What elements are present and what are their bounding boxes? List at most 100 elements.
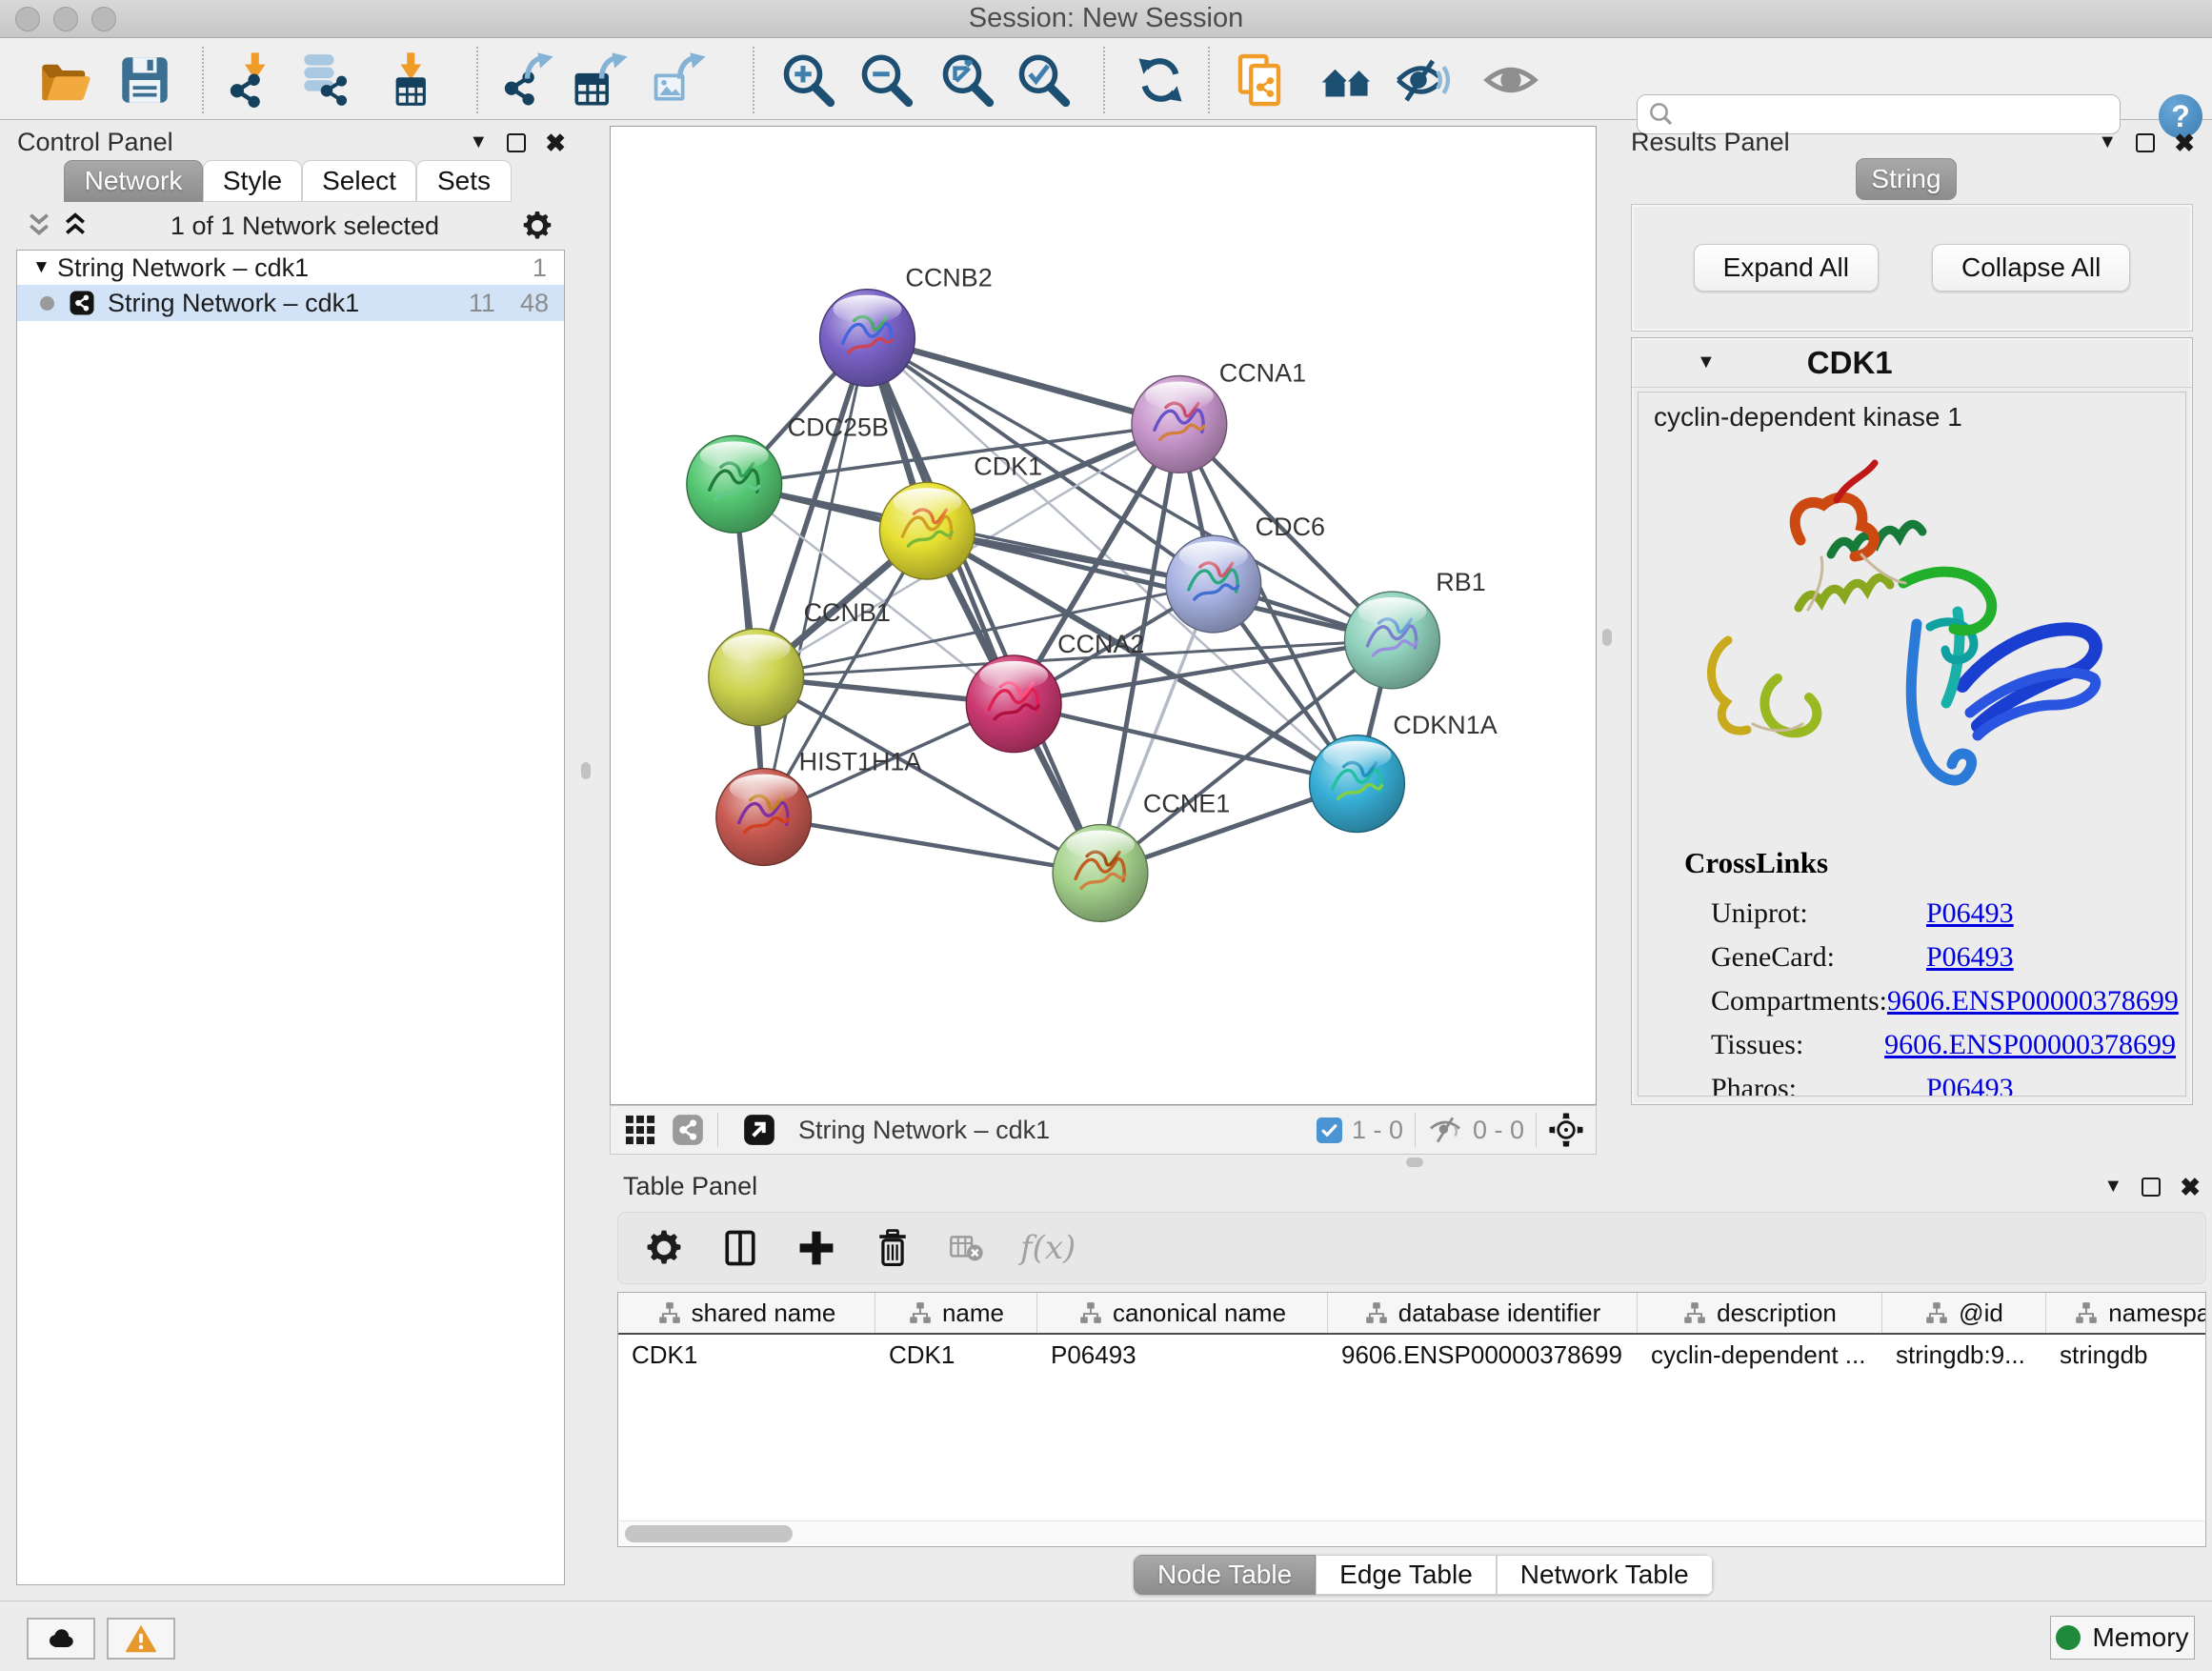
import-network-database-icon[interactable]	[297, 51, 354, 109]
collapse-all-networks-icon[interactable]	[25, 211, 53, 240]
zoom-out-icon[interactable]	[857, 51, 915, 109]
column-header-description[interactable]: description	[1638, 1293, 1882, 1333]
tab-style[interactable]: Style	[203, 160, 302, 202]
column-header-database-identifier[interactable]: database identifier	[1328, 1293, 1638, 1333]
network-node-RB1[interactable]: RB1	[1345, 568, 1486, 689]
zoom-in-icon[interactable]	[779, 51, 836, 109]
table-cell[interactable]: CDK1	[618, 1340, 875, 1370]
table-cell[interactable]: cyclin-dependent ...	[1638, 1340, 1882, 1370]
network-node-HIST1H1A[interactable]: HIST1H1A	[716, 748, 922, 866]
right-splitter-handle[interactable]	[1602, 629, 1612, 646]
edge-b2-e1[interactable]	[867, 338, 1100, 874]
expand-all-button[interactable]: Expand All	[1694, 244, 1879, 292]
add-column-icon[interactable]	[795, 1227, 837, 1269]
gene-expander-icon[interactable]: ▼	[1697, 352, 1716, 373]
horizontal-splitter-handle[interactable]	[1406, 1158, 1423, 1167]
cloud-status-button[interactable]	[27, 1618, 95, 1660]
zoom-selected-icon[interactable]	[1015, 51, 1072, 109]
minimize-window-button[interactable]	[53, 7, 78, 31]
network-node-CCNE1[interactable]: CCNE1	[1053, 790, 1230, 922]
birdseye-crosshair-icon[interactable]	[1548, 1112, 1584, 1148]
collection-expander-icon[interactable]: ▼	[32, 257, 57, 278]
export-table-icon[interactable]	[572, 51, 629, 109]
tab-string[interactable]: String	[1856, 158, 1957, 200]
crosslink-link[interactable]: P06493	[1926, 941, 2014, 974]
refresh-view-icon[interactable]	[1132, 51, 1189, 109]
close-panel-icon[interactable]: ✖	[2174, 131, 2195, 155]
network-canvas[interactable]: CCNB2CCNA1CDC25BCDK1CDC6RB1CCNB1CCNA2CDK…	[610, 126, 1597, 1105]
duplicate-network-icon[interactable]	[1231, 51, 1288, 109]
crosslink-link[interactable]: 9606.ENSP00000378699	[1884, 1029, 2176, 1061]
import-table-file-icon[interactable]	[381, 51, 438, 109]
network-view-icon[interactable]	[670, 1112, 706, 1148]
table-options-gear-icon[interactable]	[643, 1227, 685, 1269]
network-collection-row[interactable]: ▼ String Network – cdk1 1	[17, 251, 564, 285]
float-panel-icon[interactable]	[2142, 1178, 2161, 1197]
preview-eye-icon[interactable]	[1482, 51, 1539, 109]
memory-button[interactable]: Memory	[2050, 1616, 2195, 1660]
panel-menu-icon[interactable]: ▼	[2098, 131, 2117, 153]
gene-header-row[interactable]: ▼ CDK1	[1632, 338, 2192, 388]
tab-node-table[interactable]: Node Table	[1134, 1555, 1316, 1595]
warning-icon	[124, 1621, 158, 1656]
column-header--id[interactable]: @id	[1882, 1293, 2046, 1333]
float-panel-icon[interactable]	[2136, 133, 2155, 152]
export-image-icon[interactable]	[650, 51, 707, 109]
network-node-CDC6[interactable]: CDC6	[1166, 513, 1325, 633]
table-panel-title: Table Panel	[623, 1172, 757, 1201]
column-attribute-icon	[2074, 1300, 2099, 1325]
crosslink-link[interactable]: P06493	[1926, 897, 2014, 930]
tab-network[interactable]: Network	[64, 160, 203, 202]
crosslink-link[interactable]: P06493	[1926, 1073, 2014, 1097]
save-session-icon[interactable]	[116, 51, 173, 109]
first-neighbors-icon[interactable]	[1318, 51, 1376, 109]
node-label: CCNE1	[1143, 790, 1230, 818]
column-header-name[interactable]: name	[875, 1293, 1037, 1333]
zoom-fit-icon[interactable]	[938, 51, 995, 109]
table-cell[interactable]: P06493	[1037, 1340, 1328, 1370]
show-hide-graphics-icon[interactable]	[1395, 51, 1452, 109]
panel-menu-icon[interactable]: ▼	[2103, 1176, 2122, 1198]
export-network-icon[interactable]	[497, 51, 554, 109]
float-panel-icon[interactable]	[507, 133, 526, 152]
column-header-canonical-name[interactable]: canonical name	[1037, 1293, 1328, 1333]
warnings-button[interactable]	[107, 1618, 175, 1660]
table-cell[interactable]: stringdb	[2046, 1340, 2206, 1370]
expand-all-networks-icon[interactable]	[61, 211, 90, 240]
network-node-CCNA1[interactable]: CCNA1	[1132, 358, 1306, 473]
grid-view-icon[interactable]	[622, 1112, 658, 1148]
tab-network-table[interactable]: Network Table	[1497, 1555, 1713, 1595]
tab-select[interactable]: Select	[302, 160, 416, 202]
network-row-selected[interactable]: String Network – cdk1 11 48	[17, 285, 564, 321]
collapse-all-button[interactable]: Collapse All	[1932, 244, 2130, 292]
network-node-CCNB1[interactable]: CCNB1	[709, 598, 891, 726]
tab-edge-table[interactable]: Edge Table	[1316, 1555, 1497, 1595]
table-row[interactable]: CDK1CDK1P064939606.ENSP00000378699cyclin…	[618, 1335, 2205, 1375]
tab-sets[interactable]: Sets	[416, 160, 512, 202]
left-splitter-handle[interactable]	[581, 762, 591, 779]
panel-menu-icon[interactable]: ▼	[469, 131, 488, 153]
import-network-file-icon[interactable]	[223, 51, 280, 109]
table-cell[interactable]: 9606.ENSP00000378699	[1328, 1340, 1638, 1370]
edge-a2-kn[interactable]	[1014, 704, 1357, 784]
network-node-CDK1[interactable]: CDK1	[879, 452, 1042, 579]
horizontal-scrollbar[interactable]	[619, 1520, 2204, 1545]
column-header-namespace[interactable]: namespace	[2046, 1293, 2206, 1333]
open-session-icon[interactable]	[36, 51, 93, 109]
selected-checkbox[interactable]	[1317, 1117, 1342, 1143]
zoom-window-button[interactable]	[91, 7, 116, 31]
column-header-shared-name[interactable]: shared name	[618, 1293, 875, 1333]
delete-column-icon[interactable]	[872, 1227, 914, 1269]
close-panel-icon[interactable]: ✖	[2180, 1175, 2201, 1199]
scrollbar-thumb[interactable]	[625, 1525, 793, 1542]
table-cell[interactable]: CDK1	[875, 1340, 1037, 1370]
network-node-CDKN1A[interactable]: CDKN1A	[1310, 711, 1498, 833]
close-window-button[interactable]	[15, 7, 40, 31]
network-options-gear-icon[interactable]	[520, 209, 554, 243]
show-columns-icon[interactable]	[719, 1227, 761, 1269]
column-attribute-icon	[657, 1300, 682, 1325]
table-cell[interactable]: stringdb:9...	[1882, 1340, 2046, 1370]
crosslink-link[interactable]: 9606.ENSP00000378699	[1887, 985, 2179, 1017]
close-panel-icon[interactable]: ✖	[545, 131, 566, 155]
detach-view-icon[interactable]	[741, 1112, 777, 1148]
